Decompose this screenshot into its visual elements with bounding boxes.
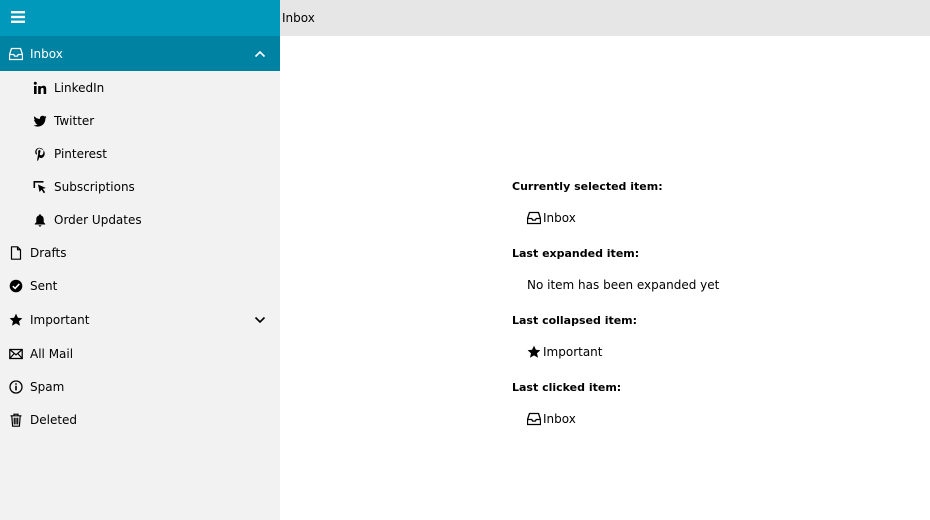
inbox-icon <box>527 211 541 225</box>
envelope-icon <box>9 347 23 361</box>
sidebar-item-label: All Mail <box>30 346 74 361</box>
twitter-icon <box>33 114 47 128</box>
selected-item-value: Inbox <box>527 211 576 225</box>
pinterest-icon <box>33 147 47 161</box>
check-circle-icon <box>9 279 23 293</box>
sidebar-item-label: LinkedIn <box>54 80 105 95</box>
cursor-click-icon <box>33 180 47 194</box>
sidebar-item-label: Order Updates <box>54 212 142 227</box>
expanded-item-value: No item has been expanded yet <box>527 278 719 292</box>
sidebar-item-label: Important <box>30 312 90 327</box>
hamburger-icon <box>11 11 25 23</box>
top-bar: Inbox <box>0 0 930 36</box>
inbox-icon <box>9 47 23 61</box>
clicked-item-value: Inbox <box>527 412 576 426</box>
sidebar-item-linkedin[interactable]: LinkedIn <box>0 71 280 104</box>
sidebar-item-spam[interactable]: Spam <box>0 370 280 403</box>
sidebar-item-label: Inbox <box>30 46 63 61</box>
navigation-sidebar: Inbox LinkedIn Twitter Pinterest Subscri… <box>0 36 280 520</box>
sidebar-item-twitter[interactable]: Twitter <box>0 104 280 137</box>
collapsed-item-value: Important <box>527 345 603 359</box>
page-title: Inbox <box>282 11 315 25</box>
selected-item-text: Inbox <box>543 211 576 225</box>
star-icon <box>9 313 23 327</box>
star-icon <box>527 345 541 358</box>
chevron-up-icon[interactable] <box>254 48 266 60</box>
sidebar-item-sent[interactable]: Sent <box>0 269 280 302</box>
clicked-item-text: Inbox <box>543 412 576 426</box>
expanded-item-text: No item has been expanded yet <box>527 278 720 292</box>
sidebar-item-label: Subscriptions <box>54 179 135 194</box>
clicked-item-section: Last clicked item: Inbox <box>512 381 622 426</box>
info-icon <box>9 379 23 394</box>
main-content: Currently selected item: Inbox Last expa… <box>280 36 930 520</box>
selected-item-section: Currently selected item: Inbox <box>512 180 663 225</box>
inbox-icon <box>527 412 541 426</box>
expanded-item-heading: Last expanded item: <box>512 247 640 260</box>
expanded-item-section: Last expanded item: No item has been exp… <box>512 247 719 292</box>
sidebar-item-deleted[interactable]: Deleted <box>0 403 280 436</box>
clicked-item-heading: Last clicked item: <box>512 381 622 394</box>
sidebar-item-pinterest[interactable]: Pinterest <box>0 137 280 170</box>
chevron-down-icon[interactable] <box>254 314 266 326</box>
collapsed-item-text: Important <box>543 345 603 359</box>
sidebar-item-label: Spam <box>30 379 65 394</box>
menu-toggle-button[interactable] <box>0 0 280 36</box>
sidebar-item-all-mail[interactable]: All Mail <box>0 337 280 370</box>
sidebar-item-important[interactable]: Important <box>0 302 280 337</box>
sidebar-item-label: Sent <box>30 278 58 293</box>
sidebar-item-drafts[interactable]: Drafts <box>0 236 280 269</box>
sidebar-item-inbox[interactable]: Inbox <box>0 36 280 71</box>
sidebar-item-label: Pinterest <box>54 146 108 161</box>
app-window: Inbox Inbox LinkedIn Twitter Pinterest S… <box>0 0 930 520</box>
sidebar-item-order-updates[interactable]: Order Updates <box>0 203 280 236</box>
selected-item-heading: Currently selected item: <box>512 180 663 193</box>
sidebar-item-label: Deleted <box>30 412 78 427</box>
sidebar-item-label: Twitter <box>54 113 95 128</box>
document-icon <box>9 245 23 260</box>
sidebar-item-label: Drafts <box>30 245 67 260</box>
linkedin-icon <box>33 81 47 95</box>
bell-icon <box>33 213 47 227</box>
collapsed-item-section: Last collapsed item: Important <box>512 314 638 359</box>
collapsed-item-heading: Last collapsed item: <box>512 314 638 327</box>
trash-icon <box>9 413 23 427</box>
sidebar-item-subscriptions[interactable]: Subscriptions <box>0 170 280 203</box>
